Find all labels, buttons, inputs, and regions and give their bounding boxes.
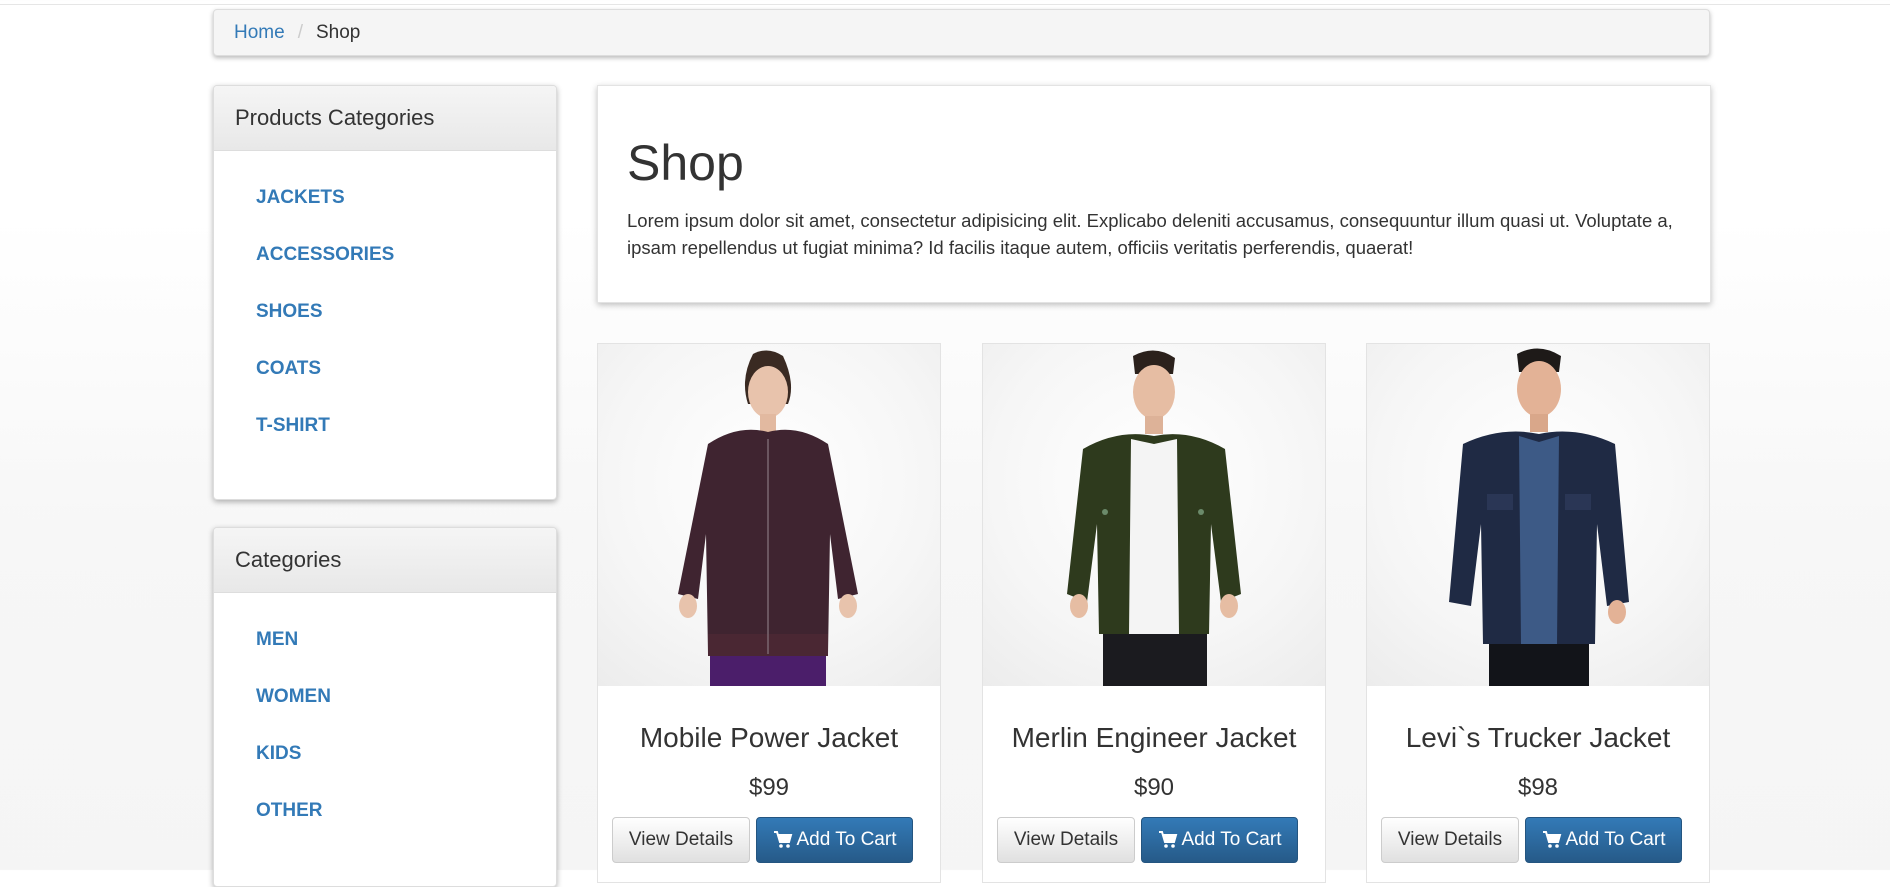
- category-link-shoes[interactable]: SHOES: [256, 300, 323, 324]
- category-link-coats[interactable]: COATS: [256, 357, 321, 381]
- product-title[interactable]: Levi`s Trucker Jacket: [1367, 722, 1709, 754]
- category-link-accessories[interactable]: ACCESSORIES: [256, 243, 394, 267]
- top-divider: [0, 4, 1890, 5]
- product-image[interactable]: [983, 344, 1325, 686]
- product-card: Mobile Power Jacket $99 View Details Add…: [597, 343, 941, 883]
- shopping-cart-icon: [1542, 831, 1562, 849]
- product-price: $98: [1517, 774, 1559, 801]
- category-link-women[interactable]: WOMEN: [256, 685, 331, 709]
- breadcrumb-current: Shop: [315, 21, 361, 43]
- product-image[interactable]: [1367, 344, 1709, 686]
- add-to-cart-label: Add To Cart: [1181, 829, 1282, 850]
- panel-heading: Products Categories: [214, 86, 556, 151]
- shop-jumbotron: Shop Lorem ipsum dolor sit amet, consect…: [597, 85, 1711, 303]
- categories-list: MEN WOMEN KIDS OTHER: [214, 593, 556, 847]
- add-to-cart-button[interactable]: Add To Cart: [1141, 817, 1298, 863]
- product-price: $99: [748, 774, 790, 801]
- breadcrumb-separator: /: [297, 21, 303, 43]
- man-denim-jacket-photo-icon: [1449, 348, 1629, 686]
- products-categories-list: JACKETS ACCESSORIES SHOES COATS T-SHIRT: [214, 151, 556, 462]
- shop-description: Lorem ipsum dolor sit amet, consectetur …: [627, 210, 1673, 258]
- breadcrumb-home-link[interactable]: Home: [234, 22, 285, 44]
- panel-heading: Categories: [214, 528, 556, 593]
- product-title[interactable]: Merlin Engineer Jacket: [983, 722, 1325, 754]
- category-link-other[interactable]: OTHER: [256, 799, 323, 823]
- view-details-label: View Details: [1013, 829, 1119, 850]
- categories-panel: Categories MEN WOMEN KIDS OTHER: [213, 527, 557, 887]
- add-to-cart-button[interactable]: Add To Cart: [756, 817, 913, 863]
- category-link-kids[interactable]: KIDS: [256, 742, 301, 766]
- shopping-cart-icon: [773, 831, 793, 849]
- category-link-t-shirt[interactable]: T-SHIRT: [256, 414, 330, 438]
- category-link-jackets[interactable]: JACKETS: [256, 186, 345, 210]
- product-card: Levi`s Trucker Jacket $98 View Details A…: [1366, 343, 1710, 883]
- add-to-cart-label: Add To Cart: [796, 829, 897, 850]
- category-link-men[interactable]: MEN: [256, 628, 298, 652]
- man-green-jacket-photo-icon: [1067, 350, 1241, 686]
- product-card: Merlin Engineer Jacket $90 View Details …: [982, 343, 1326, 883]
- products-categories-panel: Products Categories JACKETS ACCESSORIES …: [213, 85, 557, 500]
- product-price: $90: [1133, 774, 1175, 801]
- add-to-cart-label: Add To Cart: [1565, 829, 1666, 850]
- product-image[interactable]: [598, 344, 940, 686]
- view-details-label: View Details: [1397, 829, 1503, 850]
- view-details-button[interactable]: View Details: [997, 817, 1135, 863]
- breadcrumb: Home / Shop: [213, 9, 1710, 56]
- woman-jacket-photo-icon: [678, 350, 858, 686]
- view-details-button[interactable]: View Details: [1381, 817, 1519, 863]
- view-details-button[interactable]: View Details: [612, 817, 750, 863]
- add-to-cart-button[interactable]: Add To Cart: [1525, 817, 1682, 863]
- product-title[interactable]: Mobile Power Jacket: [598, 722, 940, 754]
- view-details-label: View Details: [628, 829, 734, 850]
- page-title: Shop: [627, 135, 744, 191]
- shopping-cart-icon: [1158, 831, 1178, 849]
